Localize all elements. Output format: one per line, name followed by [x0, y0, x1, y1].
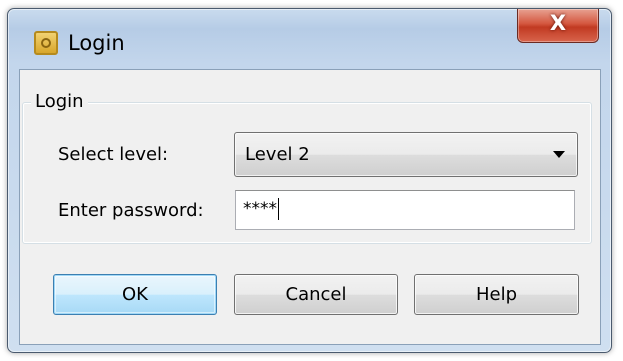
- level-select[interactable]: Level 2: [234, 132, 578, 177]
- level-select-value: Level 2: [245, 144, 310, 165]
- password-field[interactable]: ****: [235, 190, 575, 230]
- title-bar[interactable]: Login X: [8, 9, 611, 69]
- enter-password-label: Enter password:: [58, 200, 204, 221]
- window-title: Login: [68, 31, 125, 55]
- cancel-button[interactable]: Cancel: [234, 274, 398, 315]
- chevron-down-icon[interactable]: [553, 151, 565, 158]
- close-button[interactable]: X: [517, 9, 599, 43]
- app-icon: [34, 31, 58, 55]
- groupbox-legend: Login: [31, 91, 88, 112]
- text-cursor: [278, 198, 279, 220]
- ok-button[interactable]: OK: [53, 274, 217, 315]
- select-level-label: Select level:: [58, 144, 169, 165]
- help-button[interactable]: Help: [414, 274, 579, 315]
- close-icon: X: [549, 11, 567, 35]
- password-value: ****: [243, 199, 277, 219]
